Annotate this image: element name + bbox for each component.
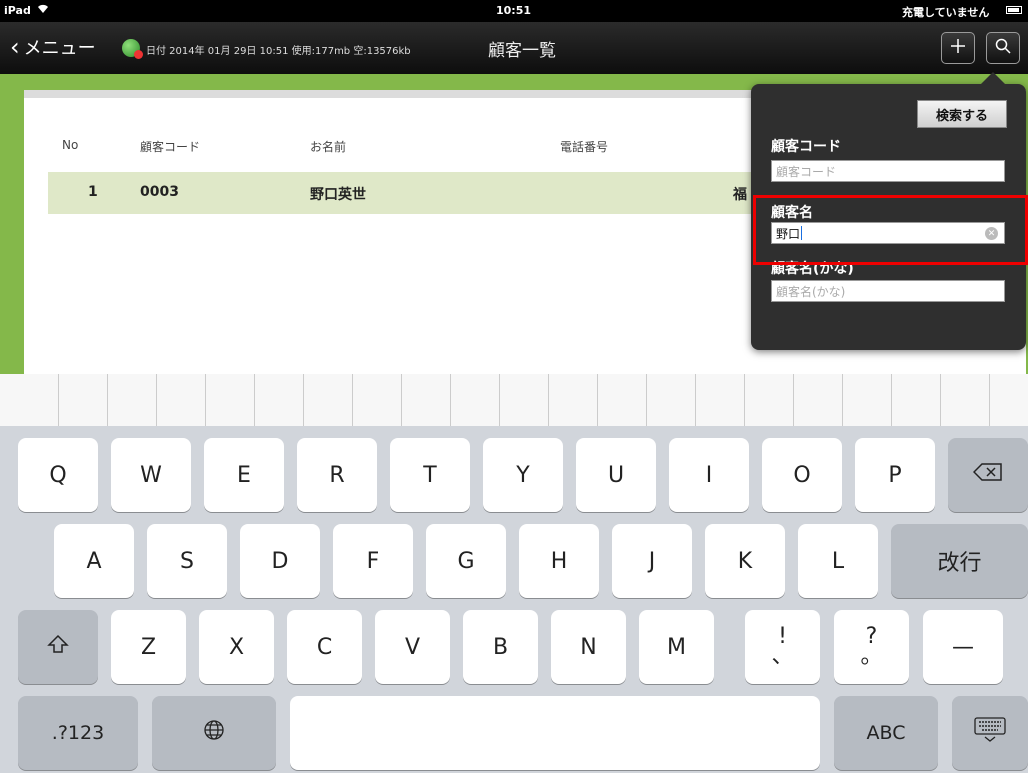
numbers-key[interactable]: .?123 [18,696,138,770]
back-button[interactable]: ‹ メニュー [10,34,96,60]
battery-icon [1006,6,1022,14]
candidate-cell[interactable] [647,374,696,426]
back-label: メニュー [23,38,96,59]
customer-code-input[interactable]: 顧客コード [771,160,1005,182]
key-e[interactable]: E [204,438,284,512]
globe-key[interactable] [152,696,276,770]
key-p[interactable]: P [855,438,935,512]
table-row[interactable]: 1 0003 野口英世 福 [48,172,788,214]
candidate-cell[interactable] [108,374,157,426]
candidate-cell[interactable] [794,374,843,426]
candidate-cell[interactable] [157,374,206,426]
key-z[interactable]: Z [111,610,186,684]
status-bar: iPad 10:51 充電していません [0,0,1028,22]
search-icon [995,38,1011,58]
row-code: 0003 [140,184,179,200]
candidate-cell[interactable] [843,374,892,426]
candidate-cell[interactable] [255,374,304,426]
key-comma-label: 、 [771,644,794,669]
key-w[interactable]: W [111,438,191,512]
key-x[interactable]: X [199,610,274,684]
candidate-cell[interactable] [402,374,451,426]
chevron-left-icon: ‹ [10,33,20,61]
backspace-icon [972,462,1003,488]
wifi-icon [36,2,50,17]
key-r[interactable]: R [297,438,377,512]
candidate-cell[interactable] [10,374,59,426]
key-t[interactable]: T [390,438,470,512]
highlight-box [753,195,1028,265]
key-period-label: 。 [860,644,883,669]
column-header-no: No [62,138,79,152]
shift-key[interactable] [18,610,98,684]
key-a[interactable]: A [54,524,134,598]
shift-icon [47,634,69,660]
key-c[interactable]: C [287,610,362,684]
customer-kana-input[interactable]: 顧客名(かな) [771,280,1005,302]
return-key[interactable]: 改行 [891,524,1028,598]
plus-icon [950,38,966,58]
candidate-cell[interactable] [990,374,1028,426]
key-y[interactable]: Y [483,438,563,512]
candidate-cell[interactable] [304,374,353,426]
column-header-name: お名前 [310,140,347,154]
candidate-cell[interactable] [500,374,549,426]
candidate-cell[interactable] [745,374,794,426]
info-text: 日付 2014年 01月 29日 10:51 使用:177mb 空:13576k… [146,46,411,57]
delete-key[interactable] [948,438,1028,512]
candidate-bar [0,374,1028,426]
key-d[interactable]: D [240,524,320,598]
battery-text: 充電していません [902,6,990,19]
key-i[interactable]: I [669,438,749,512]
row-name: 野口英世 [310,187,366,203]
key-f[interactable]: F [333,524,413,598]
candidate-cell[interactable] [941,374,990,426]
key-l[interactable]: L [798,524,878,598]
candidate-cell[interactable] [59,374,108,426]
keyboard: Q W E R T Y U I O P A S D F G H J K L 改行… [0,426,1028,773]
candidate-cell[interactable] [892,374,941,426]
nav-bar: ‹ メニュー 日付 2014年 01月 29日 10:51 使用:177mb 空… [0,22,1028,74]
key-g[interactable]: G [426,524,506,598]
candidate-cell[interactable] [598,374,647,426]
page-title: 顧客一覧 [488,41,556,61]
customer-code-label: 顧客コード [771,139,841,155]
key-o[interactable]: O [762,438,842,512]
candidate-cell[interactable] [206,374,255,426]
globe-icon [202,718,226,748]
candidate-cell[interactable] [451,374,500,426]
column-header-code: 顧客コード [140,140,201,154]
space-key[interactable] [290,696,820,770]
candidate-cell[interactable] [353,374,402,426]
keyboard-dismiss-icon [973,716,1007,750]
key-k[interactable]: K [705,524,785,598]
key-question-period[interactable]: ? 。 [834,610,909,684]
abc-key[interactable]: ABC [834,696,938,770]
key-dash[interactable]: — [923,610,1003,684]
key-v[interactable]: V [375,610,450,684]
key-u[interactable]: U [576,438,656,512]
hide-keyboard-key[interactable] [952,696,1028,770]
app-logo-icon [122,39,143,59]
candidate-cell[interactable] [696,374,745,426]
column-header-phone: 電話番号 [560,140,609,154]
key-exclaim-comma[interactable]: ! 、 [745,610,820,684]
add-button[interactable] [941,32,975,64]
key-h[interactable]: H [519,524,599,598]
execute-search-button[interactable]: 検索する [917,100,1007,128]
device-label: iPad [4,4,31,17]
key-b[interactable]: B [463,610,538,684]
row-no: 1 [88,184,98,200]
key-j[interactable]: J [612,524,692,598]
clock: 10:51 [496,4,532,17]
row-address: 福 [733,187,747,203]
candidate-cell[interactable] [549,374,598,426]
key-s[interactable]: S [147,524,227,598]
search-button[interactable] [986,32,1020,64]
key-n[interactable]: N [551,610,626,684]
key-m[interactable]: M [639,610,714,684]
key-q[interactable]: Q [18,438,98,512]
